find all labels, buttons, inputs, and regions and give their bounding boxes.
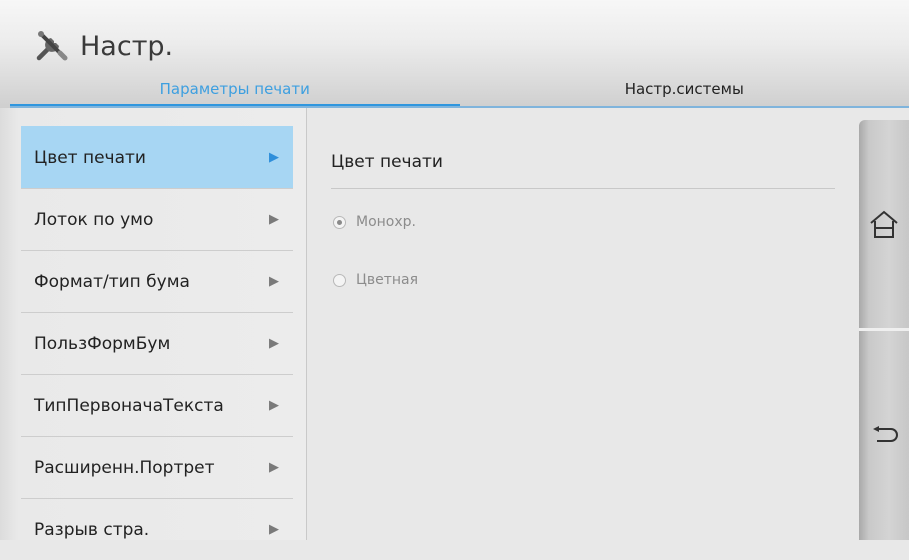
menu-item-paper-size-type[interactable]: Формат/тип бума ▶ (21, 250, 293, 312)
settings-menu-list: Цвет печати ▶ Лоток по умо ▶ Формат/тип … (21, 126, 293, 560)
tab-system-settings[interactable]: Настр.системы (460, 70, 909, 108)
menu-item-label: ПользФормБум (34, 334, 170, 354)
menu-item-label: Разрыв стра. (34, 520, 149, 540)
option-monochrome[interactable]: Монохр. (333, 214, 416, 230)
detail-title: Цвет печати (331, 152, 443, 172)
menu-item-custom-paper-size[interactable]: ПользФормБум ▶ (21, 312, 293, 374)
radio-button[interactable] (333, 274, 346, 287)
detail-divider (331, 188, 835, 189)
menu-item-label: Цвет печати (34, 148, 146, 168)
menu-item-original-text-type[interactable]: ТипПервоначаТекста ▶ (21, 374, 293, 436)
menu-item-extended-portrait[interactable]: Расширенн.Портрет ▶ (21, 436, 293, 498)
chevron-right-icon: ▶ (269, 150, 279, 165)
chevron-right-icon: ▶ (269, 212, 279, 227)
option-color[interactable]: Цветная (333, 272, 418, 288)
menu-item-label: Лоток по умо (34, 210, 153, 230)
page-title: Настр. (80, 31, 173, 62)
tab-print-settings[interactable]: Параметры печати (10, 70, 460, 108)
menu-item-label: ТипПервоначаТекста (34, 396, 224, 416)
side-nav-rail (859, 120, 909, 540)
menu-item-label: Формат/тип бума (34, 272, 190, 292)
chevron-right-icon: ▶ (269, 274, 279, 289)
home-icon (867, 207, 901, 241)
menu-item-default-tray[interactable]: Лоток по умо ▶ (21, 188, 293, 250)
back-button[interactable] (859, 331, 909, 540)
menu-item-print-color[interactable]: Цвет печати ▶ (21, 126, 293, 188)
menu-item-label: Расширенн.Портрет (34, 458, 215, 478)
home-button[interactable] (859, 120, 909, 328)
tab-label: Настр.системы (625, 80, 744, 98)
option-label: Цветная (356, 272, 418, 288)
settings-menu-panel: Цвет печати ▶ Лоток по умо ▶ Формат/тип … (0, 108, 307, 540)
tab-label: Параметры печати (160, 80, 310, 98)
header-bar: Настр. Параметры печати Настр.системы (0, 0, 909, 108)
detail-panel: Цвет печати Монохр. Цветная (307, 108, 859, 540)
chevron-right-icon: ▶ (269, 398, 279, 413)
app-title: Настр. (34, 26, 173, 66)
chevron-right-icon: ▶ (269, 336, 279, 351)
tab-bar: Параметры печати Настр.системы (10, 70, 909, 108)
back-icon (867, 419, 901, 453)
settings-tools-icon (34, 29, 68, 63)
option-label: Монохр. (356, 214, 416, 230)
chevron-right-icon: ▶ (269, 522, 279, 537)
radio-button-checked[interactable] (333, 216, 346, 229)
menu-item-page-break[interactable]: Разрыв стра. ▶ (21, 498, 293, 560)
chevron-right-icon: ▶ (269, 460, 279, 475)
